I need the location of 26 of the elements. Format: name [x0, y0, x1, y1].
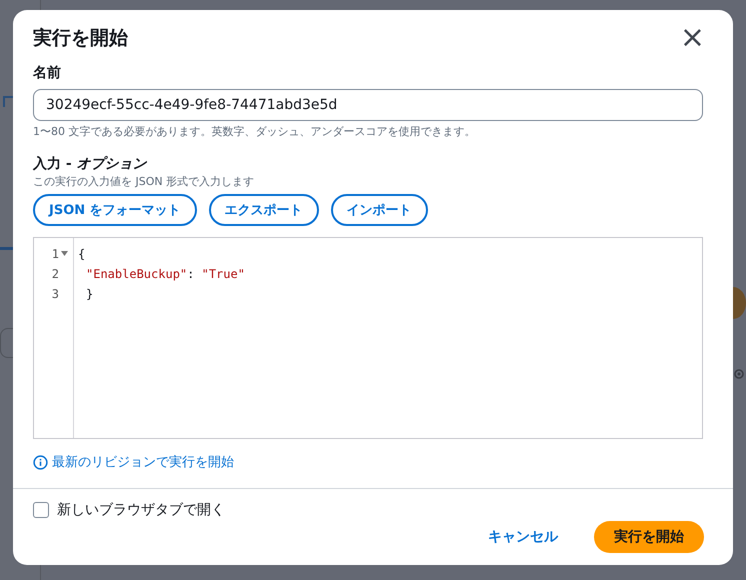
code-line: }: [85, 286, 94, 303]
checkbox[interactable]: [33, 502, 49, 518]
section-label: 入力 - オプション: [33, 154, 148, 174]
section-description: この実行の入力値を JSON 形式で入力します: [33, 174, 256, 190]
start-button[interactable]: 実行を開始: [594, 521, 704, 553]
line-number: 1: [52, 247, 59, 261]
line-number: 2: [52, 267, 59, 281]
name-field[interactable]: 30249ecf-55cc-4e49-9fe8-74471abd3e5d: [33, 89, 703, 121]
gear-icon: [732, 367, 746, 381]
checkbox-label: 新しいブラウザタブで開く: [57, 501, 225, 519]
code-editor[interactable]: 1 2 3 { "EnableBuckup": "True" }: [33, 237, 703, 439]
close-button[interactable]: ×: [672, 23, 713, 53]
outline-button[interactable]: エクスポート: [208, 194, 319, 226]
copy-icon: [3, 96, 15, 108]
cancel-button[interactable]: キャンセル: [482, 521, 564, 553]
tab-underline: [0, 247, 13, 250]
info-icon: [33, 454, 48, 470]
outline-button[interactable]: インポート: [330, 194, 428, 226]
field-label: 名前: [33, 64, 62, 83]
info-link[interactable]: 最新のリビジョンで実行を開始: [52, 453, 234, 471]
code-line: "EnableBuckup": "True": [85, 266, 245, 283]
field-hint: 1〜80 文字である必要があります。英数字、ダッシュ、アンダースコアを使用できます。: [33, 124, 476, 140]
outline-button[interactable]: JSON をフォーマット: [33, 194, 197, 226]
code-line: {: [78, 246, 86, 263]
line-number: 3: [52, 287, 59, 301]
dialog-title: 実行を開始: [33, 26, 128, 51]
